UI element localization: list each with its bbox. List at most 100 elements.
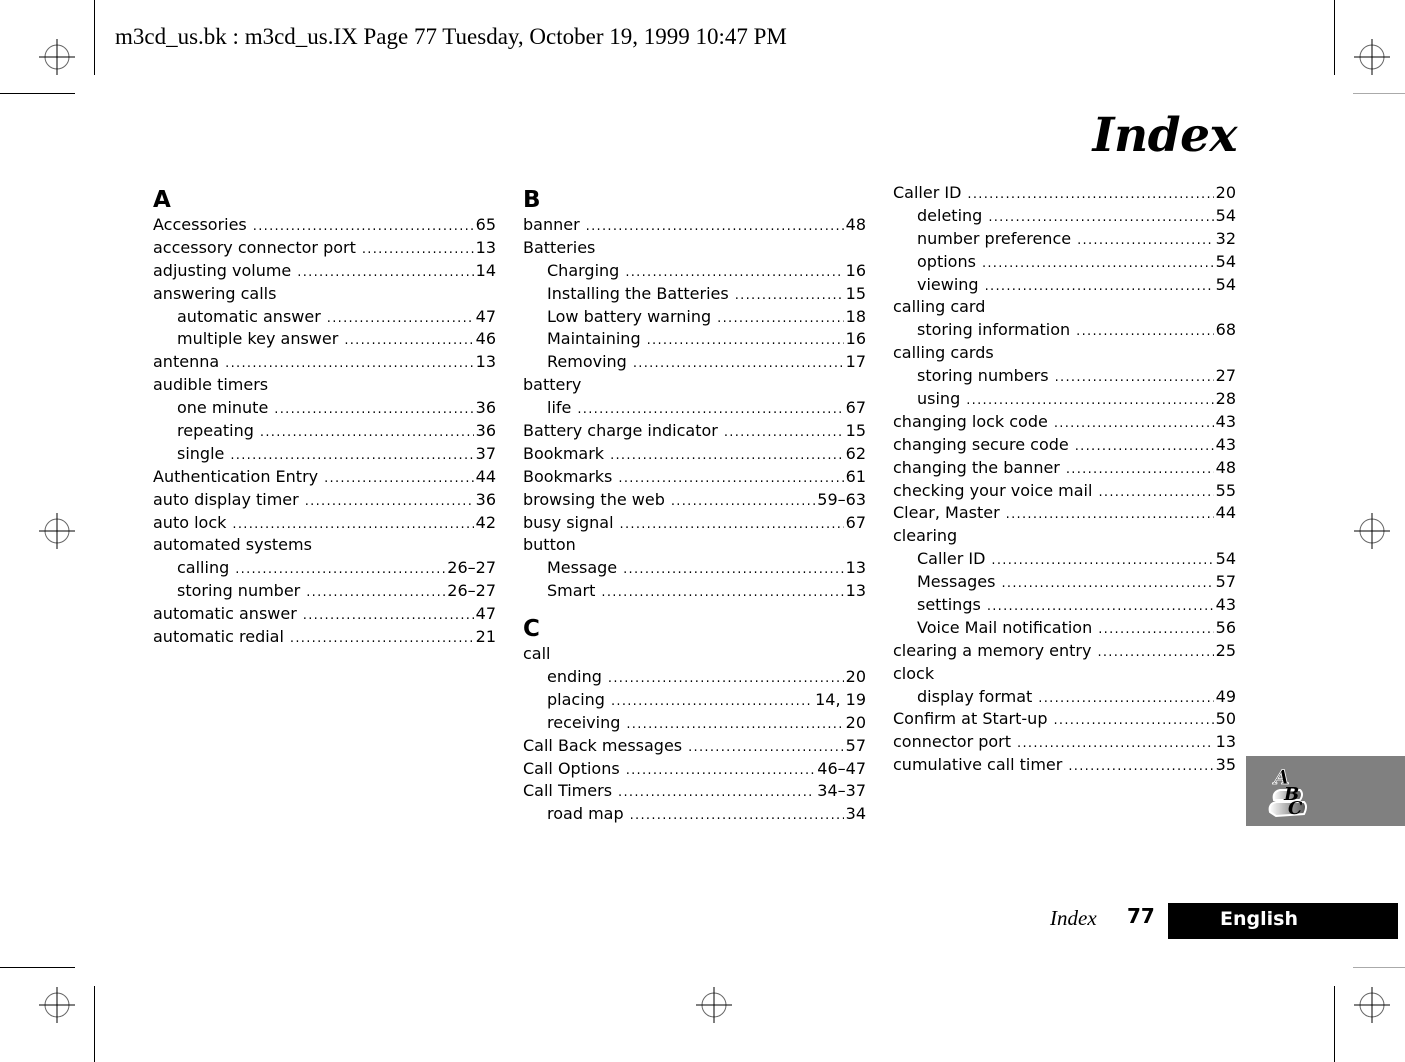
entry-term: Smart (547, 581, 596, 601)
section-letter: C (523, 616, 540, 643)
entry-term: deleting (917, 205, 983, 225)
dot-leader (225, 353, 473, 374)
dot-leader (630, 805, 844, 826)
entry-term: cumulative call timer (893, 755, 1063, 775)
dot-leader (985, 276, 1214, 297)
dot-leader (988, 207, 1213, 228)
entry-term: Voice Mail notification (917, 617, 1093, 637)
index-entry: connector port 13 (893, 731, 1236, 754)
dot-leader (1077, 230, 1214, 251)
entry-page-ref: 13 (845, 558, 866, 578)
index-column-3: Caller ID 20 deleting 54 number preference 32… (893, 182, 1236, 777)
entry-page-ref: 13 (1215, 732, 1236, 752)
index-column-1: A Accessories 65 accessory connector port 13… (153, 184, 496, 649)
dot-leader (1017, 733, 1214, 754)
index-entry: Accessories 65 (153, 214, 496, 237)
dot-leader (1054, 413, 1214, 434)
index-subentry: Installing the Batteries 15 (523, 283, 866, 306)
entry-term: Confirm at Start-up (893, 709, 1048, 729)
entry-term: Call Back messages (523, 735, 683, 755)
dot-leader (626, 760, 816, 781)
entry-term: auto display timer (153, 489, 299, 509)
crop-mark (1353, 967, 1405, 968)
entry-page-ref: 47 (475, 604, 496, 624)
dot-leader (633, 353, 844, 374)
index-subentry: display format 49 (893, 686, 1236, 709)
entry-page-ref: 13 (845, 581, 866, 601)
entry-term: settings (917, 595, 981, 615)
index-entry: Authentication Entry 44 (153, 466, 496, 489)
entry-page-ref: 34 (845, 804, 866, 824)
entry-page-ref: 17 (845, 352, 866, 372)
entry-term: Accessories (153, 215, 247, 234)
index-entry: automatic answer 47 (153, 603, 496, 626)
dot-leader (1098, 619, 1213, 640)
entry-page-ref: 55 (1215, 480, 1236, 500)
entry-page-ref: 47 (475, 306, 496, 326)
entry-page-ref: 44 (1215, 503, 1236, 523)
entry-term: Removing (547, 352, 627, 372)
entry-term: Call Timers (523, 781, 613, 801)
index-subentry: multiple key answer 46 (153, 328, 496, 351)
entry-term: button (523, 535, 576, 555)
dot-leader (618, 468, 843, 489)
entry-page-ref: 34–37 (817, 781, 866, 801)
index-subentry: Smart 13 (523, 580, 866, 603)
entry-term: display format (917, 686, 1033, 706)
dot-leader (982, 253, 1214, 274)
index-subentry: Maintaining 16 (523, 328, 866, 351)
index-subentry: repeating 36 (153, 420, 496, 443)
entry-page-ref: 36 (475, 398, 496, 418)
entry-page-ref: 43 (1215, 434, 1236, 454)
entry-page-ref: 20 (845, 712, 866, 732)
entry-page-ref: 44 (475, 466, 496, 486)
index-entry: call (523, 643, 866, 666)
entry-page-ref: 26–27 (447, 581, 496, 601)
entry-term: automatic answer (177, 306, 321, 326)
footer-page-number: 77 (1127, 904, 1155, 928)
entry-term: storing information (917, 320, 1071, 340)
entry-term: antenna (153, 352, 220, 372)
entry-term: one minute (177, 398, 269, 418)
entry-page-ref: 36 (475, 489, 496, 509)
entry-term: Bookmark (523, 443, 605, 463)
entry-page-ref: 46 (475, 329, 496, 349)
entry-term: automatic answer (153, 604, 297, 624)
entry-page-ref: 14, 19 (815, 689, 866, 709)
dot-leader (274, 399, 473, 420)
index-entry: changing lock code 43 (893, 411, 1236, 434)
registration-mark-icon (39, 39, 75, 75)
entry-term: road map (547, 804, 624, 824)
entry-term: Message (547, 558, 618, 578)
entry-term: repeating (177, 421, 254, 441)
index-subentry: ending 20 (523, 666, 866, 689)
dot-leader (625, 262, 843, 283)
entry-page-ref: 43 (1215, 411, 1236, 431)
dot-leader (1066, 459, 1214, 480)
index-entry: answering calls (153, 283, 496, 306)
entry-page-ref: 16 (845, 329, 866, 349)
crop-mark (94, 986, 95, 1062)
index-subentry: placing 14, 19 (523, 689, 866, 712)
dot-leader (577, 399, 843, 420)
entry-page-ref: 13 (475, 237, 496, 257)
entry-page-ref: 61 (845, 466, 866, 486)
entry-term: using (917, 389, 961, 409)
index-entry: clearing (893, 525, 1236, 548)
index-entry: Call Back messages 57 (523, 735, 866, 758)
dot-leader (1055, 367, 1214, 388)
index-entry: cumulative call timer 35 (893, 754, 1236, 777)
dot-leader (1006, 504, 1214, 525)
index-subentry: automatic answer 47 (153, 306, 496, 329)
index-subentry: viewing 54 (893, 274, 1236, 297)
entry-term: changing the banner (893, 457, 1060, 477)
footer-section-name: Index (1050, 906, 1097, 930)
entry-term: changing lock code (893, 411, 1048, 431)
dot-leader (1098, 482, 1213, 503)
dot-leader (324, 468, 474, 489)
dot-leader (671, 491, 815, 512)
entry-page-ref: 28 (1215, 389, 1236, 409)
entry-page-ref: 32 (1215, 228, 1236, 248)
registration-mark-icon (1354, 987, 1390, 1023)
index-column-2: Bbanner 48 Batteries Charging 16 Installing t… (523, 184, 866, 826)
